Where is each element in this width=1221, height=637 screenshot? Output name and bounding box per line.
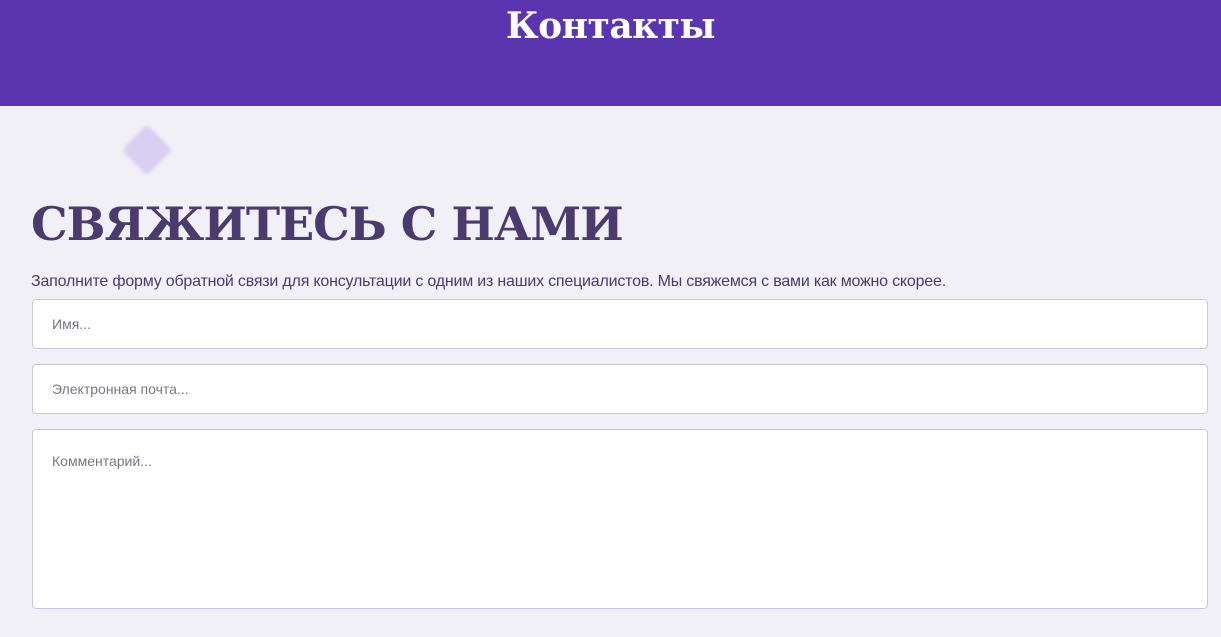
page-header: Контакты [0,0,1221,106]
name-input[interactable] [32,299,1208,349]
section-description: Заполните форму обратной связи для консу… [31,273,946,290]
comment-textarea[interactable] [32,429,1208,609]
contacts-page: Контакты СВЯЖИТЕСЬ С НАМИ Заполните форм… [0,0,1221,637]
email-input[interactable] [32,364,1208,414]
page-title: Контакты [505,5,716,47]
section-heading: СВЯЖИТЕСЬ С НАМИ [31,197,624,251]
decorative-diamond-icon [121,124,173,176]
